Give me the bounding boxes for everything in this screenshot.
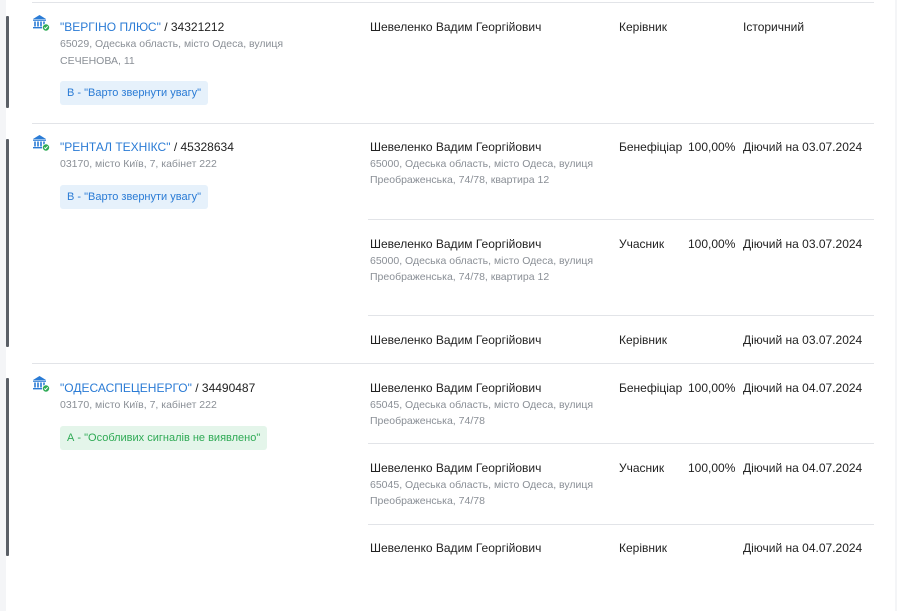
person-address: 65045, Одеська область, місто Одеса, вул…: [370, 399, 594, 428]
bank-icon: [33, 15, 50, 32]
risk-badge: В - "Варто звернути увагу": [60, 81, 209, 105]
status-cell: Діючий на 03.07.2024: [743, 333, 863, 347]
company-name-link[interactable]: "РЕНТАЛ ТЕХНІКС": [60, 140, 170, 154]
group-bar: [6, 16, 9, 108]
person-name[interactable]: Шевеленко Вадим Георгійович: [370, 237, 595, 251]
status-cell: Діючий на 03.07.2024: [743, 140, 863, 154]
company-title: "РЕНТАЛ ТЕХНІКС" / 45328634: [60, 140, 234, 154]
person-name[interactable]: Шевеленко Вадим Георгійович: [370, 20, 595, 34]
bank-icon: [33, 135, 50, 152]
company-name-link[interactable]: "ОДЕСАСПЕЦЕНЕРГО": [60, 381, 192, 395]
status-cell: Історичний: [743, 20, 805, 34]
company-address: 03170, місто Київ, 7, кабінет 222: [60, 158, 217, 170]
bank-icon: [33, 376, 50, 393]
relations-panel: "ВЕРГІНО ПЛЮС" / 34321212 65029, Одеська…: [6, 0, 895, 611]
person-cell: Шевеленко Вадим Георгійович 65045, Одесь…: [370, 381, 595, 429]
role-cell: Бенефіціар: [619, 381, 683, 395]
role-cell: Бенефіціар: [619, 140, 683, 154]
divider: [368, 443, 874, 444]
person-name[interactable]: Шевеленко Вадим Георгійович: [370, 140, 595, 154]
person-name[interactable]: Шевеленко Вадим Георгійович: [370, 461, 595, 475]
company-title: "ВЕРГІНО ПЛЮС" / 34321212: [60, 20, 225, 34]
share-cell: 100,00%: [688, 461, 736, 475]
company-code: 45328634: [180, 140, 234, 154]
status-cell: Діючий на 03.07.2024: [743, 237, 863, 251]
company-address: 03170, місто Київ, 7, кабінет 222: [60, 399, 217, 411]
company-title: "ОДЕСАСПЕЦЕНЕРГО" / 34490487: [60, 381, 256, 395]
person-name[interactable]: Шевеленко Вадим Георгійович: [370, 333, 595, 347]
role-cell: Керівник: [619, 333, 667, 347]
share-cell: 100,00%: [688, 237, 736, 251]
role-cell: Керівник: [619, 20, 667, 34]
risk-badge: А - "Особливих сигналів не виявлено": [60, 426, 268, 450]
status-cell: Діючий на 04.07.2024: [743, 461, 863, 475]
divider: [368, 315, 874, 316]
person-cell: Шевеленко Вадим Георгійович: [370, 541, 595, 555]
status-cell: Діючий на 04.07.2024: [743, 381, 863, 395]
company-code: 34321212: [170, 20, 225, 34]
person-name[interactable]: Шевеленко Вадим Георгійович: [370, 541, 595, 555]
share-cell: 100,00%: [688, 140, 736, 154]
group-bar: [6, 378, 9, 556]
role-cell: Учасник: [619, 237, 665, 251]
divider: [32, 363, 874, 364]
person-address: 65000, Одеська область, місто Одеса, вул…: [370, 158, 594, 187]
divider: [368, 524, 874, 525]
share-cell: 100,00%: [688, 381, 736, 395]
person-cell: Шевеленко Вадим Георгійович 65000, Одесь…: [370, 237, 595, 285]
person-cell: Шевеленко Вадим Георгійович: [370, 20, 595, 34]
risk-badge: В - "Варто звернути увагу": [60, 185, 209, 209]
person-cell: Шевеленко Вадим Георгійович 65000, Одесь…: [370, 140, 595, 188]
person-address: 65000, Одеська область, місто Одеса, вул…: [370, 255, 594, 284]
role-cell: Учасник: [619, 461, 665, 475]
person-address: 65045, Одеська область, місто Одеса, вул…: [370, 479, 594, 508]
divider: [32, 123, 874, 124]
status-cell: Діючий на 04.07.2024: [743, 541, 863, 555]
divider: [368, 219, 874, 220]
company-address: 65029, Одеська область, місто Одеса, вул…: [60, 38, 284, 67]
person-cell: Шевеленко Вадим Георгійович: [370, 333, 595, 347]
person-name[interactable]: Шевеленко Вадим Георгійович: [370, 381, 595, 395]
person-cell: Шевеленко Вадим Георгійович 65045, Одесь…: [370, 461, 595, 509]
company-name-link[interactable]: "ВЕРГІНО ПЛЮС": [60, 20, 161, 34]
divider: [32, 2, 874, 3]
role-cell: Керівник: [619, 541, 667, 555]
company-code: 34490487: [201, 381, 256, 395]
group-bar: [6, 139, 9, 347]
